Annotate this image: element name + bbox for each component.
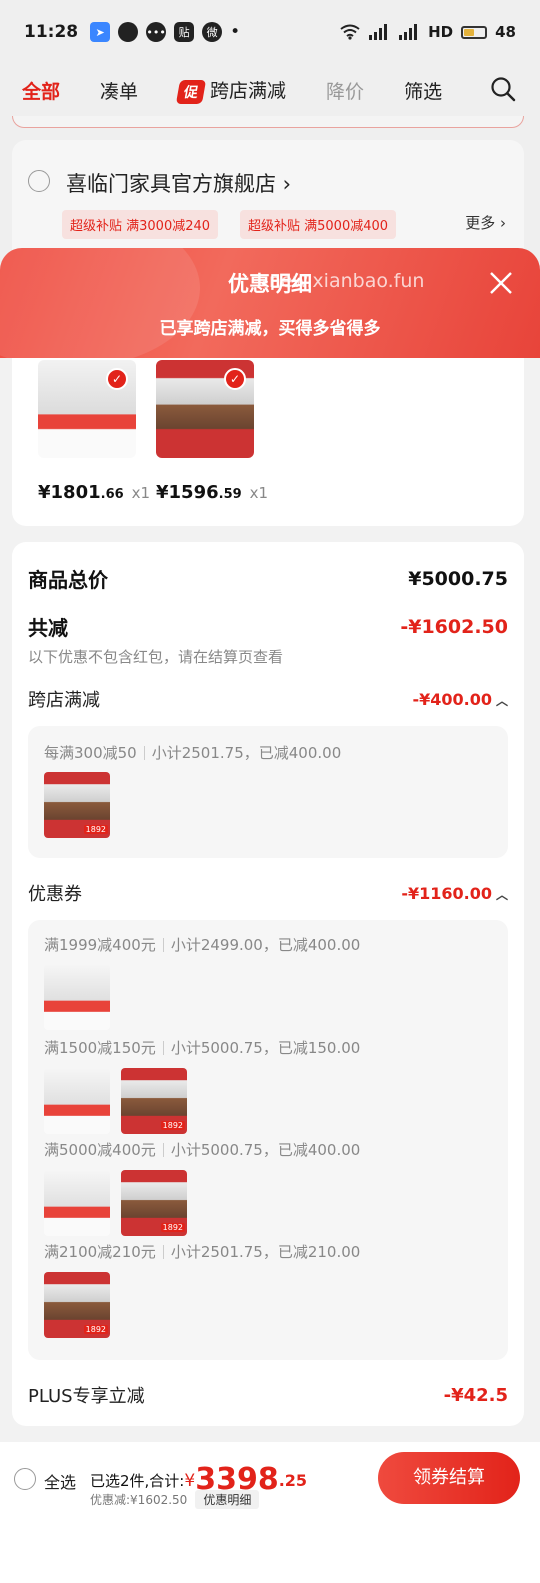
- check-icon: ✓: [224, 368, 246, 390]
- status-time: 11:28: [24, 22, 79, 42]
- coupon-rule: 满2100减210元 小计2501.75，已减210.00: [44, 1243, 361, 1261]
- tab-label: 跨店满减: [210, 80, 287, 102]
- checkout-bar: 全选 已选2件,合计:¥3398.25 优惠减:¥1602.50 优惠明细 领券结…: [0, 1442, 540, 1516]
- product-mini-thumbnail: 1892: [121, 1068, 187, 1134]
- product-item[interactable]: ✓: [38, 360, 136, 458]
- shop-select-radio[interactable]: [28, 170, 50, 192]
- signal-icon: [399, 24, 418, 40]
- check-icon: ✓: [106, 368, 128, 390]
- shop-promo-chip[interactable]: 超级补贴 满5000减400: [240, 210, 397, 239]
- discount-detail-card: 商品总价 ¥5000.75 共减 -¥1602.50 以下优惠不包含红包，请在结…: [12, 542, 524, 1426]
- product-price: ¥1596.59 x1: [156, 482, 269, 503]
- sheet-subtitle: 已享跨店满减，买得多省得多: [159, 319, 381, 339]
- navigation-icon: ➤: [90, 22, 111, 42]
- total-reduce-row: 共减 -¥1602.50: [28, 612, 508, 641]
- app-notification-icon: 贴: [174, 22, 195, 42]
- previous-card-edge: [12, 116, 524, 128]
- promo-badge: 促: [175, 80, 207, 104]
- shop-name[interactable]: 喜临门家具官方旗舰店 ›: [66, 168, 291, 198]
- discount-detail-link[interactable]: 优惠明细: [195, 1490, 260, 1509]
- product-thumbnail: ✓: [38, 360, 136, 458]
- product-mini-thumbnail: 1892: [44, 772, 110, 838]
- tab-bundle[interactable]: 凑单: [100, 77, 138, 104]
- cross-store-label: 跨店满减: [28, 690, 100, 711]
- select-all-radio[interactable]: [14, 1468, 36, 1490]
- status-bar: 11:28 ➤ ••• 贴 微 • HD 48: [0, 0, 540, 64]
- message-icon: •••: [146, 22, 167, 42]
- product-mini-thumbnail: [44, 1170, 110, 1236]
- search-icon[interactable]: [490, 76, 516, 102]
- discount-note: 以下优惠不包含红包，请在结算页查看: [28, 648, 284, 666]
- watermark: -new.xianbao.fun: [262, 270, 425, 292]
- total-reduce-label: 共减: [28, 616, 68, 640]
- app-notification-icon: [118, 22, 139, 42]
- plus-label: PLUS专享立减: [28, 1386, 145, 1407]
- total-price-value: ¥5000.75: [408, 567, 508, 590]
- discount-summary: 优惠减:¥1602.50 优惠明细: [90, 1490, 260, 1509]
- status-right: HD 48: [340, 23, 516, 41]
- network-type: HD: [428, 23, 454, 41]
- chevron-up-icon: ︿: [495, 887, 508, 902]
- total-price-label: 商品总价: [28, 568, 108, 592]
- coupon-rule: 满1500减150元 小计5000.75，已减150.00: [44, 1039, 361, 1057]
- cross-store-row[interactable]: 跨店满减 -¥400.00 ︿: [28, 686, 508, 712]
- battery-level: 48: [495, 23, 516, 41]
- coupon-rule: 满1999减400元 小计2499.00，已减400.00: [44, 936, 361, 954]
- product-quantity: x1: [249, 484, 269, 502]
- tab-cross-store-discount[interactable]: 促跨店满减: [175, 76, 287, 104]
- coupon-label: 优惠券: [28, 884, 82, 905]
- total-price-row: 商品总价 ¥5000.75: [28, 564, 508, 593]
- product-mini-thumbnail: 1892: [121, 1170, 187, 1236]
- cross-store-detail: 每满300减50 小计2501.75，已减400.00 1892: [28, 726, 508, 858]
- discount-sheet-header: 优惠明细 -new.xianbao.fun 已享跨店满减，买得多省得多: [0, 248, 540, 358]
- shop-more-link[interactable]: 更多 ›: [465, 212, 506, 233]
- total-reduce-value: -¥1602.50: [400, 615, 508, 638]
- select-all-label[interactable]: 全选: [44, 1469, 76, 1493]
- product-quantity: x1: [131, 484, 151, 502]
- plus-value: -¥42.5: [443, 1384, 508, 1406]
- checkout-button[interactable]: 领券结算: [378, 1452, 520, 1504]
- filter-tabs: 全部 凑单 促跨店满减 降价 筛选: [0, 64, 540, 116]
- product-mini-thumbnail: [44, 1068, 110, 1134]
- chevron-up-icon: ︿: [495, 693, 508, 708]
- tab-filter[interactable]: 筛选: [404, 77, 442, 104]
- coupon-value: -¥1160.00 ︿: [401, 883, 508, 903]
- tab-all[interactable]: 全部: [22, 77, 60, 104]
- tab-price-drop[interactable]: 降价: [326, 77, 364, 104]
- shop-promo-chip[interactable]: 超级补贴 满3000减240: [62, 210, 219, 239]
- coupon-row[interactable]: 优惠券 -¥1160.00 ︿: [28, 880, 508, 906]
- product-mini-thumbnail: [44, 964, 110, 1030]
- plus-discount-row: PLUS专享立减 -¥42.5: [28, 1382, 508, 1408]
- wifi-icon: [340, 24, 360, 40]
- cross-store-value: -¥400.00 ︿: [412, 689, 508, 709]
- weibo-icon: 微: [202, 22, 223, 42]
- product-item[interactable]: ✓: [156, 360, 254, 458]
- header-decoration: [0, 248, 200, 358]
- discount-rule: 每满300减50 小计2501.75，已减400.00: [44, 744, 342, 762]
- product-thumbnail: ✓: [156, 360, 254, 458]
- product-price: ¥1801.66 x1: [38, 482, 151, 503]
- coupon-rule: 满5000减400元 小计5000.75，已减400.00: [44, 1141, 361, 1159]
- signal-icon: [369, 24, 388, 40]
- product-mini-thumbnail: 1892: [44, 1272, 110, 1338]
- coupon-detail: 满1999减400元 小计2499.00，已减400.00 满1500减150元小…: [28, 920, 508, 1360]
- bottom-safe-area: [0, 1516, 540, 1583]
- close-icon[interactable]: [488, 270, 514, 296]
- selected-products-card: ✓ ✓ ¥1801.66 x1 ¥1596.59 x1: [12, 358, 524, 526]
- more-notifications-icon: •: [230, 22, 241, 42]
- battery-icon: [461, 25, 488, 39]
